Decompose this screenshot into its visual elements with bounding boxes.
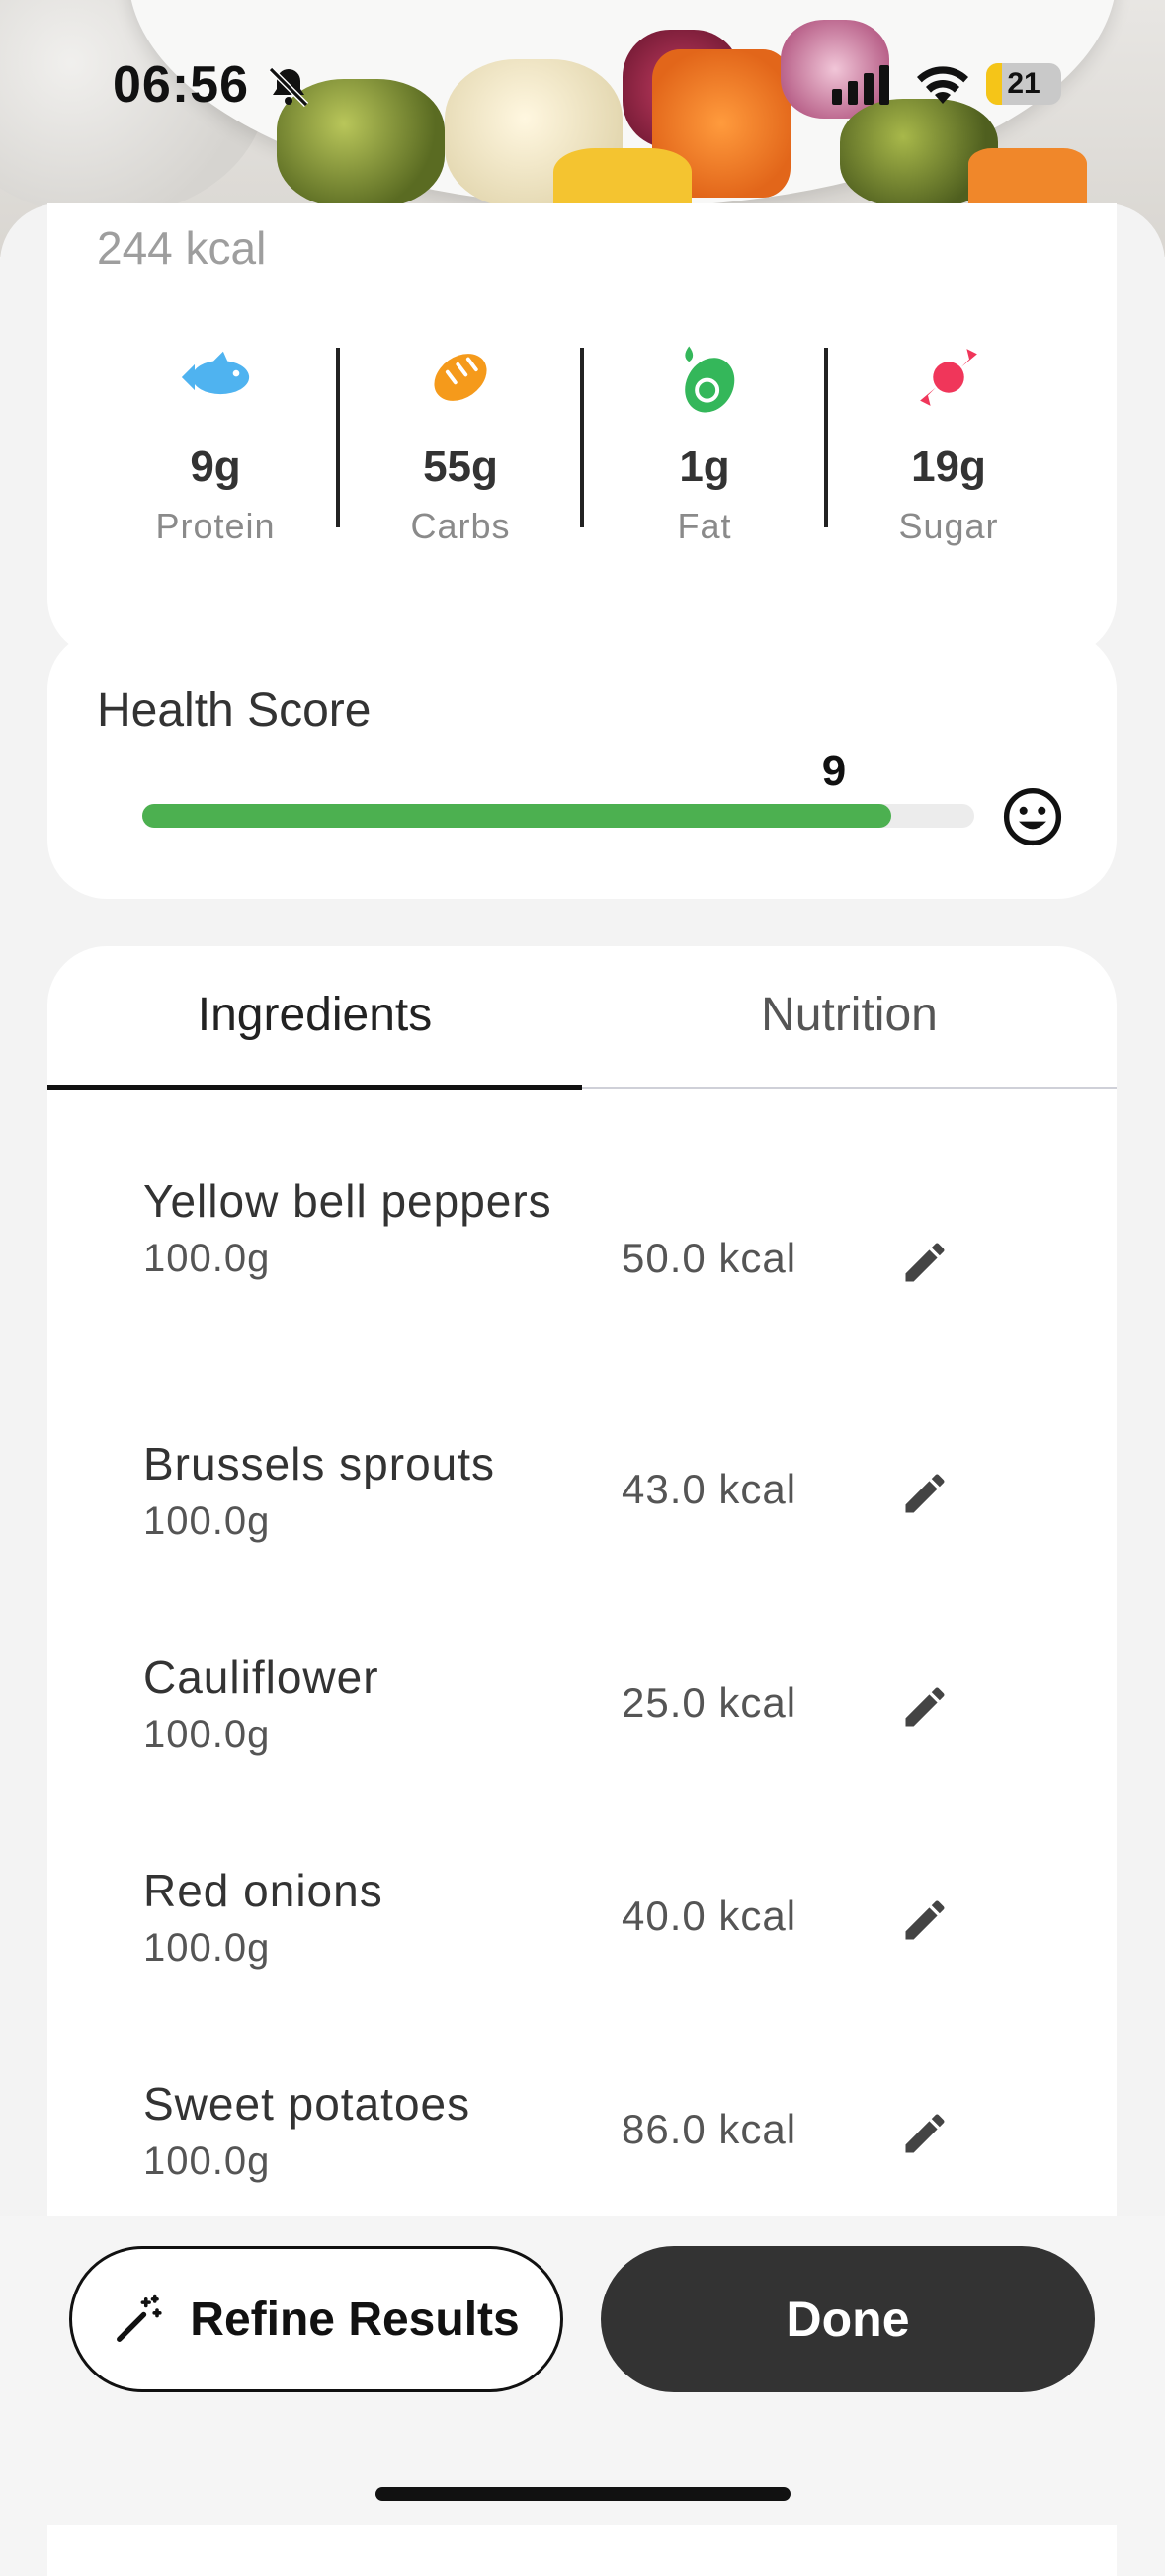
pencil-icon[interactable]	[899, 1894, 951, 1946]
candy-icon	[920, 349, 977, 406]
avocado-icon	[685, 346, 735, 413]
macro-label: Fat	[677, 506, 732, 546]
tab-active-indicator	[47, 1085, 582, 1090]
tab-nutrition[interactable]: Nutrition	[582, 946, 1117, 1090]
macro-label: Sugar	[898, 506, 999, 546]
tab-bar: Ingredients Nutrition	[47, 946, 1117, 1090]
macro-value: 1g	[679, 443, 730, 491]
status-time: 06:56	[113, 56, 249, 114]
ingredient-kcal: 86.0 kcal	[622, 2106, 797, 2152]
macro-sugar: 19g Sugar	[845, 336, 1052, 547]
divider	[336, 348, 340, 527]
calories-total: 244 kcal	[97, 222, 267, 274]
macro-fat: 1g Fat	[601, 336, 808, 547]
health-score-title: Health Score	[97, 684, 372, 737]
macro-label: Carbs	[410, 506, 511, 546]
pencil-icon[interactable]	[899, 1468, 951, 1519]
ingredient-kcal: 25.0 kcal	[622, 1679, 797, 1726]
ingredient-name: Brussels sprouts	[143, 1438, 496, 1489]
macro-label: Protein	[155, 506, 276, 546]
fish-icon	[181, 351, 250, 395]
ingredient-row[interactable]: Brussels sprouts 100.0g 43.0 kcal	[143, 1428, 1092, 1544]
ingredient-row[interactable]: Cauliflower 100.0g 25.0 kcal	[143, 1642, 1092, 1757]
macro-protein: 9g Protein	[112, 336, 319, 547]
pencil-icon[interactable]	[899, 2108, 951, 2159]
ingredient-name: Cauliflower	[143, 1651, 379, 1703]
ingredient-row[interactable]: Sweet potatoes 100.0g 86.0 kcal	[143, 2068, 1092, 2184]
battery-icon: 21	[986, 63, 1061, 105]
macro-value: 55g	[423, 443, 498, 491]
cellular-signal-icon	[832, 65, 889, 105]
divider	[824, 348, 828, 527]
bread-icon	[434, 354, 487, 401]
ingredient-name: Red onions	[143, 1865, 383, 1916]
status-bar: 06:56 21	[0, 0, 1165, 168]
pencil-icon[interactable]	[899, 1237, 951, 1288]
tab-ingredients[interactable]: Ingredients	[47, 946, 582, 1090]
health-score-fill	[142, 804, 891, 828]
health-score-value: 9	[821, 747, 847, 795]
battery-level: 21	[1007, 67, 1040, 100]
refine-results-button[interactable]: Refine Results	[69, 2246, 563, 2392]
bell-mute-icon	[268, 66, 309, 108]
ingredient-row[interactable]: Yellow bell peppers 100.0g 50.0 kcal	[143, 1166, 1092, 1282]
wifi-icon	[917, 66, 968, 104]
refine-results-label: Refine Results	[190, 2293, 520, 2346]
ingredient-kcal: 50.0 kcal	[622, 1235, 797, 1281]
done-button[interactable]: Done	[601, 2246, 1095, 2392]
ingredient-kcal: 40.0 kcal	[622, 1892, 797, 1939]
home-indicator	[375, 2487, 791, 2501]
ingredient-name: Sweet potatoes	[143, 2078, 471, 2130]
macro-carbs: 55g Carbs	[357, 336, 564, 547]
pencil-icon[interactable]	[899, 1681, 951, 1732]
smiley-icon	[1003, 787, 1062, 846]
divider	[580, 348, 584, 527]
ingredient-row[interactable]: Red onions 100.0g 40.0 kcal	[143, 1855, 1092, 1971]
magic-wand-icon	[117, 2294, 162, 2342]
health-score-card	[47, 630, 1117, 899]
ingredient-name: Yellow bell peppers	[143, 1175, 552, 1227]
ingredient-kcal: 43.0 kcal	[622, 1466, 797, 1512]
health-score-bar	[142, 804, 974, 828]
macro-value: 19g	[911, 443, 986, 491]
macro-value: 9g	[190, 443, 241, 491]
